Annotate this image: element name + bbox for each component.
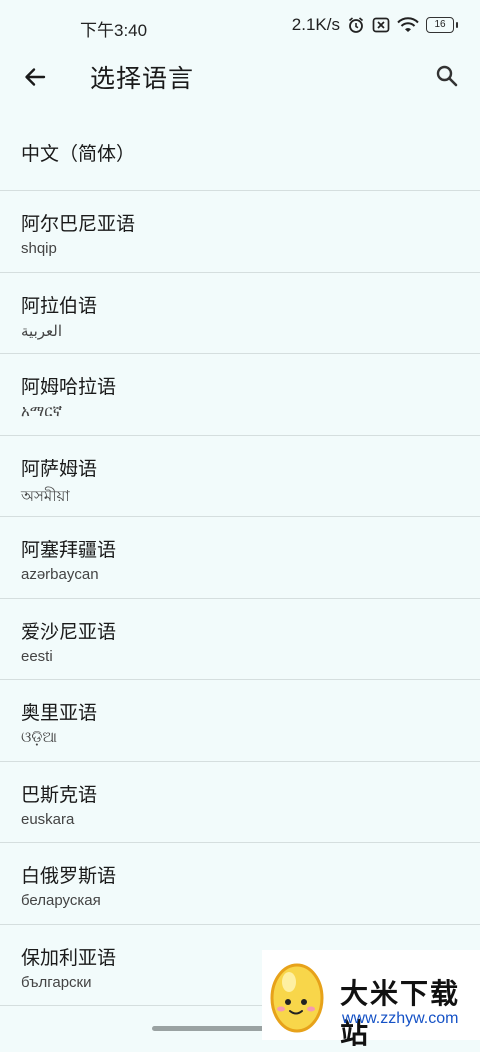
alarm-icon [347, 16, 365, 34]
language-name: 巴斯克语 [21, 783, 98, 806]
language-native-name: العربية [21, 322, 62, 340]
language-item[interactable]: 中文（简体） [0, 110, 480, 191]
language-name: 阿塞拜疆语 [21, 539, 117, 561]
language-item[interactable]: 阿塞拜疆语 azərbaycan [0, 517, 480, 599]
language-name: 阿拉伯语 [21, 294, 98, 317]
search-icon [436, 65, 458, 87]
language-name: 中文（简体） [21, 143, 136, 165]
language-name: 保加利亚语 [21, 946, 117, 969]
language-name: 阿萨姆语 [21, 457, 98, 480]
language-item[interactable]: 巴斯克语 euskara [0, 762, 480, 843]
language-list: 中文（简体） 阿尔巴尼亚语 shqip 阿拉伯语 العربية 阿姆哈拉语 አ… [0, 110, 480, 1006]
language-native-name: shqip [21, 240, 57, 257]
language-name: 奥里亚语 [21, 702, 98, 724]
language-native-name: ଓଡ଼ିଆ [21, 729, 57, 746]
status-icons: 2.1K/s 16 [291, 15, 458, 35]
language-item[interactable]: 奥里亚语 ଓଡ଼ିଆ [0, 680, 480, 762]
language-native-name: azərbaycan [21, 566, 99, 583]
watermark-url: www.zzhyw.com [342, 1010, 459, 1027]
language-item[interactable]: 爱沙尼亚语 eesti [0, 599, 480, 680]
network-speed: 2.1K/s [291, 15, 340, 34]
search-button[interactable] [432, 61, 462, 91]
language-item[interactable]: 阿萨姆语 অসমীয়া [0, 436, 480, 517]
language-native-name: euskara [21, 810, 75, 828]
egg-mascot-logo [270, 963, 324, 1033]
status-time: 下午3:40 [80, 21, 148, 40]
language-native-name: eesti [21, 647, 53, 665]
app-bar: 选择语言 [0, 52, 480, 102]
wifi-icon [397, 17, 419, 33]
back-button[interactable] [20, 62, 50, 92]
watermark: 大米下载站 www.zzhyw.com [262, 950, 480, 1050]
language-item[interactable]: 阿姆哈拉语 አማርኛ [0, 354, 480, 436]
battery-icon: 16 [426, 17, 458, 33]
sim-off-icon [372, 17, 390, 33]
language-native-name: অসমীয়া [21, 487, 70, 505]
language-item[interactable]: 阿拉伯语 العربية [0, 273, 480, 354]
language-name: 阿尔巴尼亚语 [21, 213, 136, 235]
arrow-left-icon [25, 68, 46, 86]
language-native-name: አማርኛ [21, 403, 63, 420]
status-bar: 下午3:40 2.1K/s 16 [0, 0, 480, 52]
language-name: 爱沙尼亚语 [21, 620, 117, 643]
page-title: 选择语言 [90, 64, 195, 93]
language-native-name: беларуская [21, 892, 101, 909]
language-native-name: български [21, 973, 92, 991]
language-name: 白俄罗斯语 [21, 865, 117, 887]
language-item[interactable]: 阿尔巴尼亚语 shqip [0, 191, 480, 273]
language-name: 阿姆哈拉语 [21, 376, 117, 398]
language-item[interactable]: 白俄罗斯语 беларуская [0, 843, 480, 925]
